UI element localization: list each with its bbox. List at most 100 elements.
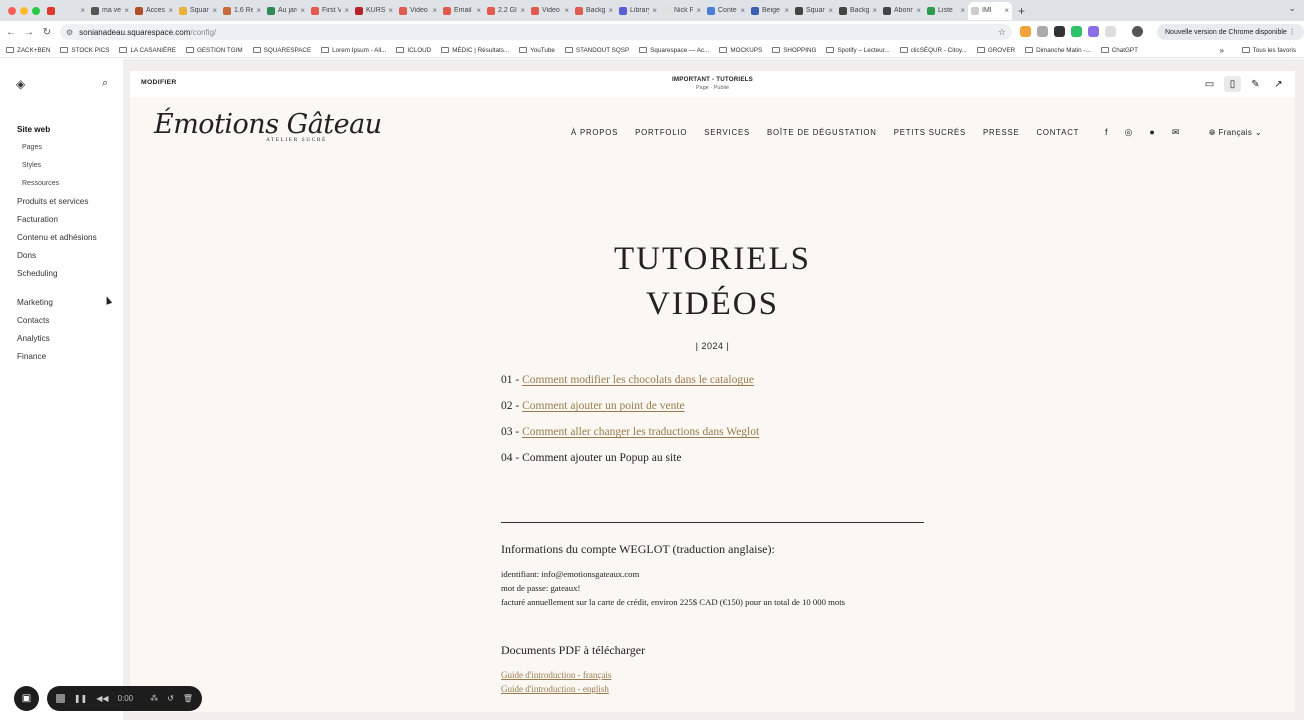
- close-tab-icon[interactable]: ×: [828, 6, 833, 15]
- close-tab-icon[interactable]: ×: [916, 6, 921, 15]
- browser-tab[interactable]: Acces ×: [132, 2, 176, 20]
- trash-icon[interactable]: 🗑︎: [183, 694, 193, 703]
- sidebar-item-marketing[interactable]: Marketing: [17, 298, 53, 307]
- site-info-icon[interactable]: ⚙: [66, 28, 73, 37]
- browser-tab[interactable]: Beige ×: [748, 2, 792, 20]
- sidebar-item-scheduling[interactable]: Scheduling: [17, 269, 58, 278]
- bookmark-item[interactable]: GESTION TGIM: [185, 47, 243, 54]
- browser-tab[interactable]: Email / ×: [440, 2, 484, 20]
- close-tab-icon[interactable]: ×: [652, 6, 657, 15]
- site-logo[interactable]: Émotions Gâteau: [154, 109, 382, 140]
- browser-tab[interactable]: Backg ×: [836, 2, 880, 20]
- browser-tab[interactable]: Video ×: [528, 2, 572, 20]
- sidebar-item-contacts[interactable]: Contacts: [17, 316, 49, 325]
- bookmark-item[interactable]: Dimanche Matin -...: [1025, 47, 1091, 54]
- bookmark-item[interactable]: ZACK+BEN: [6, 47, 50, 54]
- tutorial-link[interactable]: Comment modifier les chocolats dans le c…: [522, 374, 754, 386]
- profile-avatar[interactable]: [1132, 26, 1143, 37]
- sidebar-item-dons[interactable]: Dons: [17, 251, 36, 260]
- language-selector[interactable]: 🌐︎ Français ⌄: [1209, 128, 1262, 138]
- grid-extension-icon[interactable]: [1054, 26, 1065, 37]
- close-tab-icon[interactable]: ×: [1004, 6, 1009, 15]
- puzzle-icon[interactable]: [1105, 26, 1116, 37]
- close-tab-icon[interactable]: ×: [784, 6, 789, 15]
- nav-link-contact[interactable]: CONTACT: [1036, 128, 1079, 137]
- nav-link-boite-degustation[interactable]: BOÎTE DE DÉGUSTATION: [767, 128, 877, 137]
- sidebar-subitem-ressources[interactable]: Ressources: [22, 180, 59, 187]
- facebook-icon[interactable]: f: [1105, 127, 1108, 138]
- bookmark-item[interactable]: Spotify – Lecteur...: [826, 47, 890, 54]
- bookmark-item[interactable]: SHOPPING: [772, 47, 816, 54]
- all-bookmarks[interactable]: Tous les favoris: [1241, 47, 1296, 54]
- email-icon[interactable]: ✉: [1172, 127, 1180, 138]
- zoom-window-icon[interactable]: [32, 7, 40, 15]
- bookmark-item[interactable]: SQUARESPACE: [252, 47, 311, 54]
- bookmark-item[interactable]: Squarespace — Ac...: [639, 47, 709, 54]
- extension-icon[interactable]: [1020, 26, 1031, 37]
- mobile-view-icon[interactable]: ▯: [1224, 76, 1241, 92]
- browser-tab[interactable]: First V ×: [308, 2, 352, 20]
- close-tab-icon[interactable]: ×: [300, 6, 305, 15]
- desktop-view-icon[interactable]: ▭: [1201, 76, 1218, 92]
- bookmark-item[interactable]: STANDOUT SQSP: [564, 47, 629, 54]
- close-tab-icon[interactable]: ×: [344, 6, 349, 15]
- close-tab-icon[interactable]: ×: [740, 6, 745, 15]
- browser-tab[interactable]: Liste ×: [924, 2, 968, 20]
- back-icon[interactable]: ←: [2, 27, 20, 38]
- browser-tab[interactable]: ×: [44, 2, 88, 20]
- close-tab-icon[interactable]: ×: [212, 6, 217, 15]
- forward-icon[interactable]: →: [20, 27, 38, 38]
- bookmark-item[interactable]: YouTube: [519, 47, 555, 54]
- nav-link-a-propos[interactable]: À PROPOS: [571, 128, 618, 137]
- close-tab-icon[interactable]: ×: [388, 6, 393, 15]
- instagram-icon[interactable]: ◎: [1125, 127, 1133, 138]
- rewind-icon[interactable]: ◀◀: [96, 694, 108, 703]
- nav-link-presse[interactable]: PRESSE: [983, 128, 1019, 137]
- browser-tab[interactable]: ma ve ×: [88, 2, 132, 20]
- bookmark-item[interactable]: ICLOUD: [396, 47, 431, 54]
- pdf-link-english[interactable]: Guide d'introduction - english: [501, 682, 611, 696]
- close-tab-icon[interactable]: ×: [80, 6, 85, 15]
- browser-tab[interactable]: Squar ×: [792, 2, 836, 20]
- pinterest-icon[interactable]: ●: [1149, 127, 1154, 138]
- bookmark-item[interactable]: GROVER: [976, 47, 1015, 54]
- squarespace-logo-icon[interactable]: ◈: [16, 77, 25, 91]
- camera-extension-icon[interactable]: [1037, 26, 1048, 37]
- close-tab-icon[interactable]: ×: [168, 6, 173, 15]
- bookmark-item[interactable]: STOCK PICS: [60, 47, 109, 54]
- sidebar-subitem-pages[interactable]: Pages: [22, 144, 42, 151]
- bookmark-item[interactable]: MOCKUPS: [719, 47, 762, 54]
- new-tab-icon[interactable]: +: [1018, 4, 1025, 18]
- tutorial-link[interactable]: Comment aller changer les traductions da…: [522, 426, 759, 438]
- browser-tab[interactable]: KURSZ×: [352, 2, 396, 20]
- browser-tab[interactable]: 2.2 Gl ×: [484, 2, 528, 20]
- bookmark-item[interactable]: ChatGPT: [1100, 47, 1138, 54]
- close-tab-icon[interactable]: ×: [564, 6, 569, 15]
- close-tab-icon[interactable]: ×: [696, 6, 701, 15]
- close-tab-icon[interactable]: ×: [872, 6, 877, 15]
- close-tab-icon[interactable]: ×: [256, 6, 261, 15]
- restart-icon[interactable]: ↺: [167, 694, 174, 703]
- browser-tab[interactable]: Library ×: [616, 2, 660, 20]
- browser-tab[interactable]: IMI ×: [968, 1, 1012, 20]
- browser-tab[interactable]: Nick P ×: [660, 2, 704, 20]
- camera-toggle-button[interactable]: ▣: [14, 686, 39, 711]
- browser-tab[interactable]: Backg ×: [572, 2, 616, 20]
- open-external-icon[interactable]: ↗: [1270, 76, 1287, 92]
- extension-icon[interactable]: [1088, 26, 1099, 37]
- sidebar-item-facturation[interactable]: Facturation: [17, 215, 58, 224]
- nav-link-petits-sucres[interactable]: PETITS SUCRÉS: [894, 128, 966, 137]
- sidebar-item-site-web[interactable]: Site web: [17, 125, 50, 134]
- bookmarks-more-icon[interactable]: »: [1220, 46, 1224, 55]
- site-styles-brush-icon[interactable]: ✎: [1247, 76, 1264, 92]
- bookmark-item[interactable]: LA CASANIÈRE: [119, 47, 176, 54]
- nav-link-services[interactable]: SERVICES: [704, 128, 750, 137]
- browser-tab[interactable]: Au jard×: [264, 2, 308, 20]
- sidebar-item-produits[interactable]: Produits et services: [17, 197, 88, 206]
- browser-tab[interactable]: 1.6 Re ×: [220, 2, 264, 20]
- pdf-link-francais[interactable]: Guide d'introduction - français: [501, 668, 611, 682]
- minimize-window-icon[interactable]: [20, 7, 28, 15]
- tab-search-icon[interactable]: ⌄: [1288, 3, 1296, 14]
- sidebar-item-analytics[interactable]: Analytics: [17, 334, 50, 343]
- sidebar-subitem-styles[interactable]: Styles: [22, 162, 41, 169]
